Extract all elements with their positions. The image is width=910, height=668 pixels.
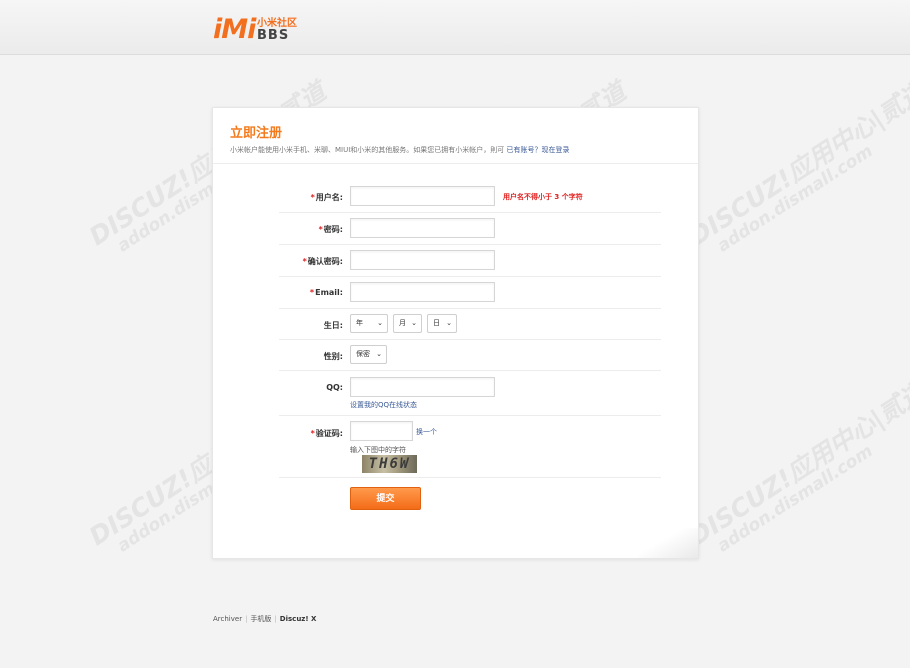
captcha-label: *验证码: [310, 429, 343, 438]
divider [279, 212, 661, 213]
gender-value: 保密 [356, 350, 370, 358]
top-bar: iMi 小米社区 BBS [0, 0, 910, 55]
email-input[interactable] [350, 282, 495, 302]
divider [279, 415, 661, 416]
footer-separator: | [274, 615, 277, 623]
footer: Archiver | 手机版 | Discuz! X [213, 614, 316, 624]
username-error: 用户名不得小于 3 个字符 [503, 193, 583, 201]
divider [213, 163, 698, 164]
register-intro-text: 小米帐户能使用小米手机、米聊、MIUI和小米的其他服务。如果您已拥有小米帐户，則… [230, 146, 505, 154]
chevron-down-icon: ⌄ [377, 319, 383, 327]
footer-archiver-link[interactable]: Archiver [213, 615, 242, 623]
divider [279, 339, 661, 340]
watermark: DISCUZ!应用中心|贰道addon.dismall.com [684, 376, 910, 557]
required-mark: * [302, 257, 307, 266]
chevron-down-icon: ⌄ [376, 350, 382, 358]
page-curl [638, 528, 698, 558]
captcha-refresh-link[interactable]: 换一个 [416, 427, 437, 437]
divider [279, 244, 661, 245]
birth-day-select[interactable]: 日 ⌄ [427, 314, 457, 333]
qq-input[interactable] [350, 377, 495, 397]
logo-imi-text: iMi [213, 14, 256, 45]
confirm-password-input[interactable] [350, 250, 495, 270]
captcha-input[interactable] [350, 421, 413, 441]
chevron-down-icon: ⌄ [411, 319, 417, 327]
birth-month-select[interactable]: 月 ⌄ [393, 314, 422, 333]
register-card: 立即注册 小米帐户能使用小米手机、米聊、MIUI和小米的其他服务。如果您已拥有小… [212, 107, 699, 559]
qq-status-link[interactable]: 设置我的QQ在线状态 [350, 400, 417, 410]
qq-label: QQ: [326, 383, 343, 392]
submit-button[interactable]: 提交 [350, 487, 421, 510]
captcha-image[interactable]: TH6W [362, 455, 417, 473]
footer-brand-link[interactable]: Discuz! X [280, 615, 317, 623]
username-label: *用户名: [310, 193, 343, 202]
required-mark: * [309, 288, 315, 297]
required-mark: * [310, 193, 315, 202]
gender-label: 性别: [323, 352, 343, 361]
logo-bbs-text: BBS [257, 28, 290, 43]
chevron-down-icon: ⌄ [446, 319, 452, 327]
login-link[interactable]: 已有账号？现在登录 [507, 146, 570, 154]
divider [279, 308, 661, 309]
password-label: *密码: [318, 225, 343, 234]
required-mark: * [318, 225, 323, 234]
confirm-password-label: *确认密码: [302, 257, 343, 266]
divider [279, 370, 661, 371]
divider [279, 276, 661, 277]
gender-select[interactable]: 保密 ⌄ [350, 345, 387, 364]
footer-mobile-link[interactable]: 手机版 [250, 615, 271, 623]
captcha-hint: 输入下图中的字符 [350, 446, 406, 454]
divider [279, 477, 661, 478]
footer-separator: | [245, 615, 248, 623]
username-input[interactable] [350, 186, 495, 206]
birth-month-value: 月 [399, 319, 406, 327]
birth-year-value: 年 [356, 319, 363, 327]
birthday-label: 生日: [323, 321, 343, 330]
watermark: DISCUZ!应用中心|贰道addon.dismall.com [684, 76, 910, 257]
password-input[interactable] [350, 218, 495, 238]
required-mark: * [310, 429, 315, 438]
birth-day-value: 日 [433, 319, 440, 327]
birth-year-select[interactable]: 年 ⌄ [350, 314, 388, 333]
register-intro: 小米帐户能使用小米手机、米聊、MIUI和小米的其他服务。如果您已拥有小米帐户，則… [230, 145, 570, 155]
page-title: 立即注册 [230, 126, 283, 141]
email-label: *Email: [309, 288, 343, 297]
